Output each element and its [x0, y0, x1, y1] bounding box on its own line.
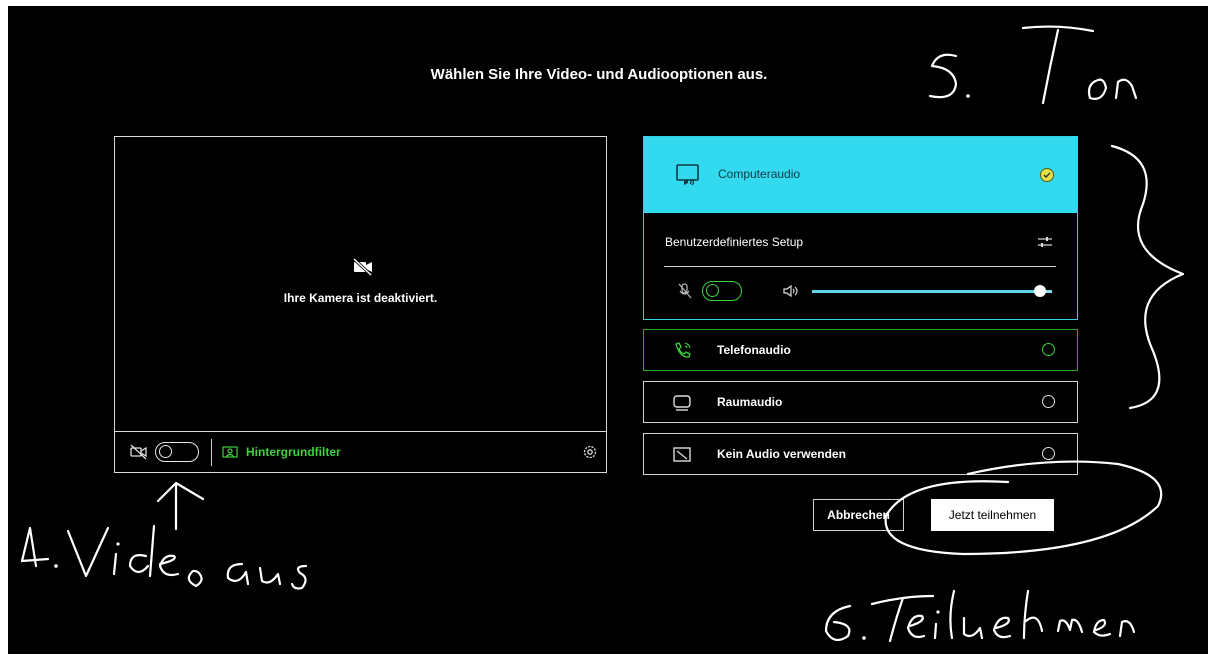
cancel-button[interactable]: Abbrechen [813, 499, 904, 531]
camera-off-icon [129, 443, 149, 461]
video-toolbar: Hintergrundfilter [115, 431, 606, 473]
phone-audio-radio[interactable] [1042, 343, 1055, 356]
audio-divider [664, 266, 1056, 267]
video-settings-gear-icon[interactable] [581, 443, 599, 461]
video-preview-panel: Ihre Kamera ist deaktiviert. Hintergrund… [114, 136, 607, 473]
no-audio-label: Kein Audio verwenden [717, 447, 846, 461]
room-audio-label: Raumaudio [717, 395, 783, 409]
computer-audio-icon [674, 161, 702, 189]
computer-audio-option[interactable]: Computeraudio Benutzerdefiniertes Setup [643, 136, 1078, 320]
no-audio-icon [671, 444, 693, 466]
toolbar-divider [211, 439, 212, 466]
room-audio-radio[interactable] [1042, 395, 1055, 408]
selected-check-icon [1040, 168, 1054, 182]
join-note-handwriting [824, 589, 1136, 643]
page-title: Wählen Sie Ihre Video- und Audiooptionen… [430, 66, 768, 83]
volume-slider-fill [812, 290, 1040, 293]
background-filter-button[interactable]: Hintergrundfilter [246, 445, 341, 459]
arrow-to-camera-toggle [156, 481, 205, 531]
brace-annotation [1110, 144, 1185, 410]
background-filter-icon [221, 444, 239, 460]
sound-note-handwriting [928, 25, 1138, 105]
no-audio-option[interactable]: Kein Audio verwenden [643, 433, 1078, 475]
mic-muted-icon [677, 282, 693, 300]
camera-off-message: Ihre Kamera ist deaktiviert. [283, 291, 438, 305]
room-audio-option[interactable]: Raumaudio [643, 381, 1078, 423]
mic-toggle[interactable] [702, 281, 742, 301]
computer-audio-header[interactable]: Computeraudio [644, 137, 1077, 213]
computer-audio-label: Computeraudio [718, 167, 801, 181]
no-audio-radio[interactable] [1042, 447, 1055, 460]
video-note-handwriting [20, 524, 308, 590]
volume-slider-handle[interactable] [1034, 285, 1046, 297]
camera-toggle[interactable] [155, 442, 199, 462]
video-off-icon [351, 255, 375, 279]
phone-audio-label: Telefonaudio [717, 343, 791, 357]
speaker-icon [782, 283, 800, 299]
audio-settings-sliders-icon[interactable] [1036, 234, 1054, 250]
join-now-button[interactable]: Jetzt teilnehmen [931, 499, 1054, 531]
phone-icon [671, 340, 693, 362]
room-display-icon [671, 392, 693, 414]
custom-setup-label: Benutzerdefiniertes Setup [665, 235, 804, 249]
meeting-join-screen: Wählen Sie Ihre Video- und Audiooptionen… [8, 6, 1208, 654]
phone-audio-option[interactable]: Telefonaudio [643, 329, 1078, 371]
